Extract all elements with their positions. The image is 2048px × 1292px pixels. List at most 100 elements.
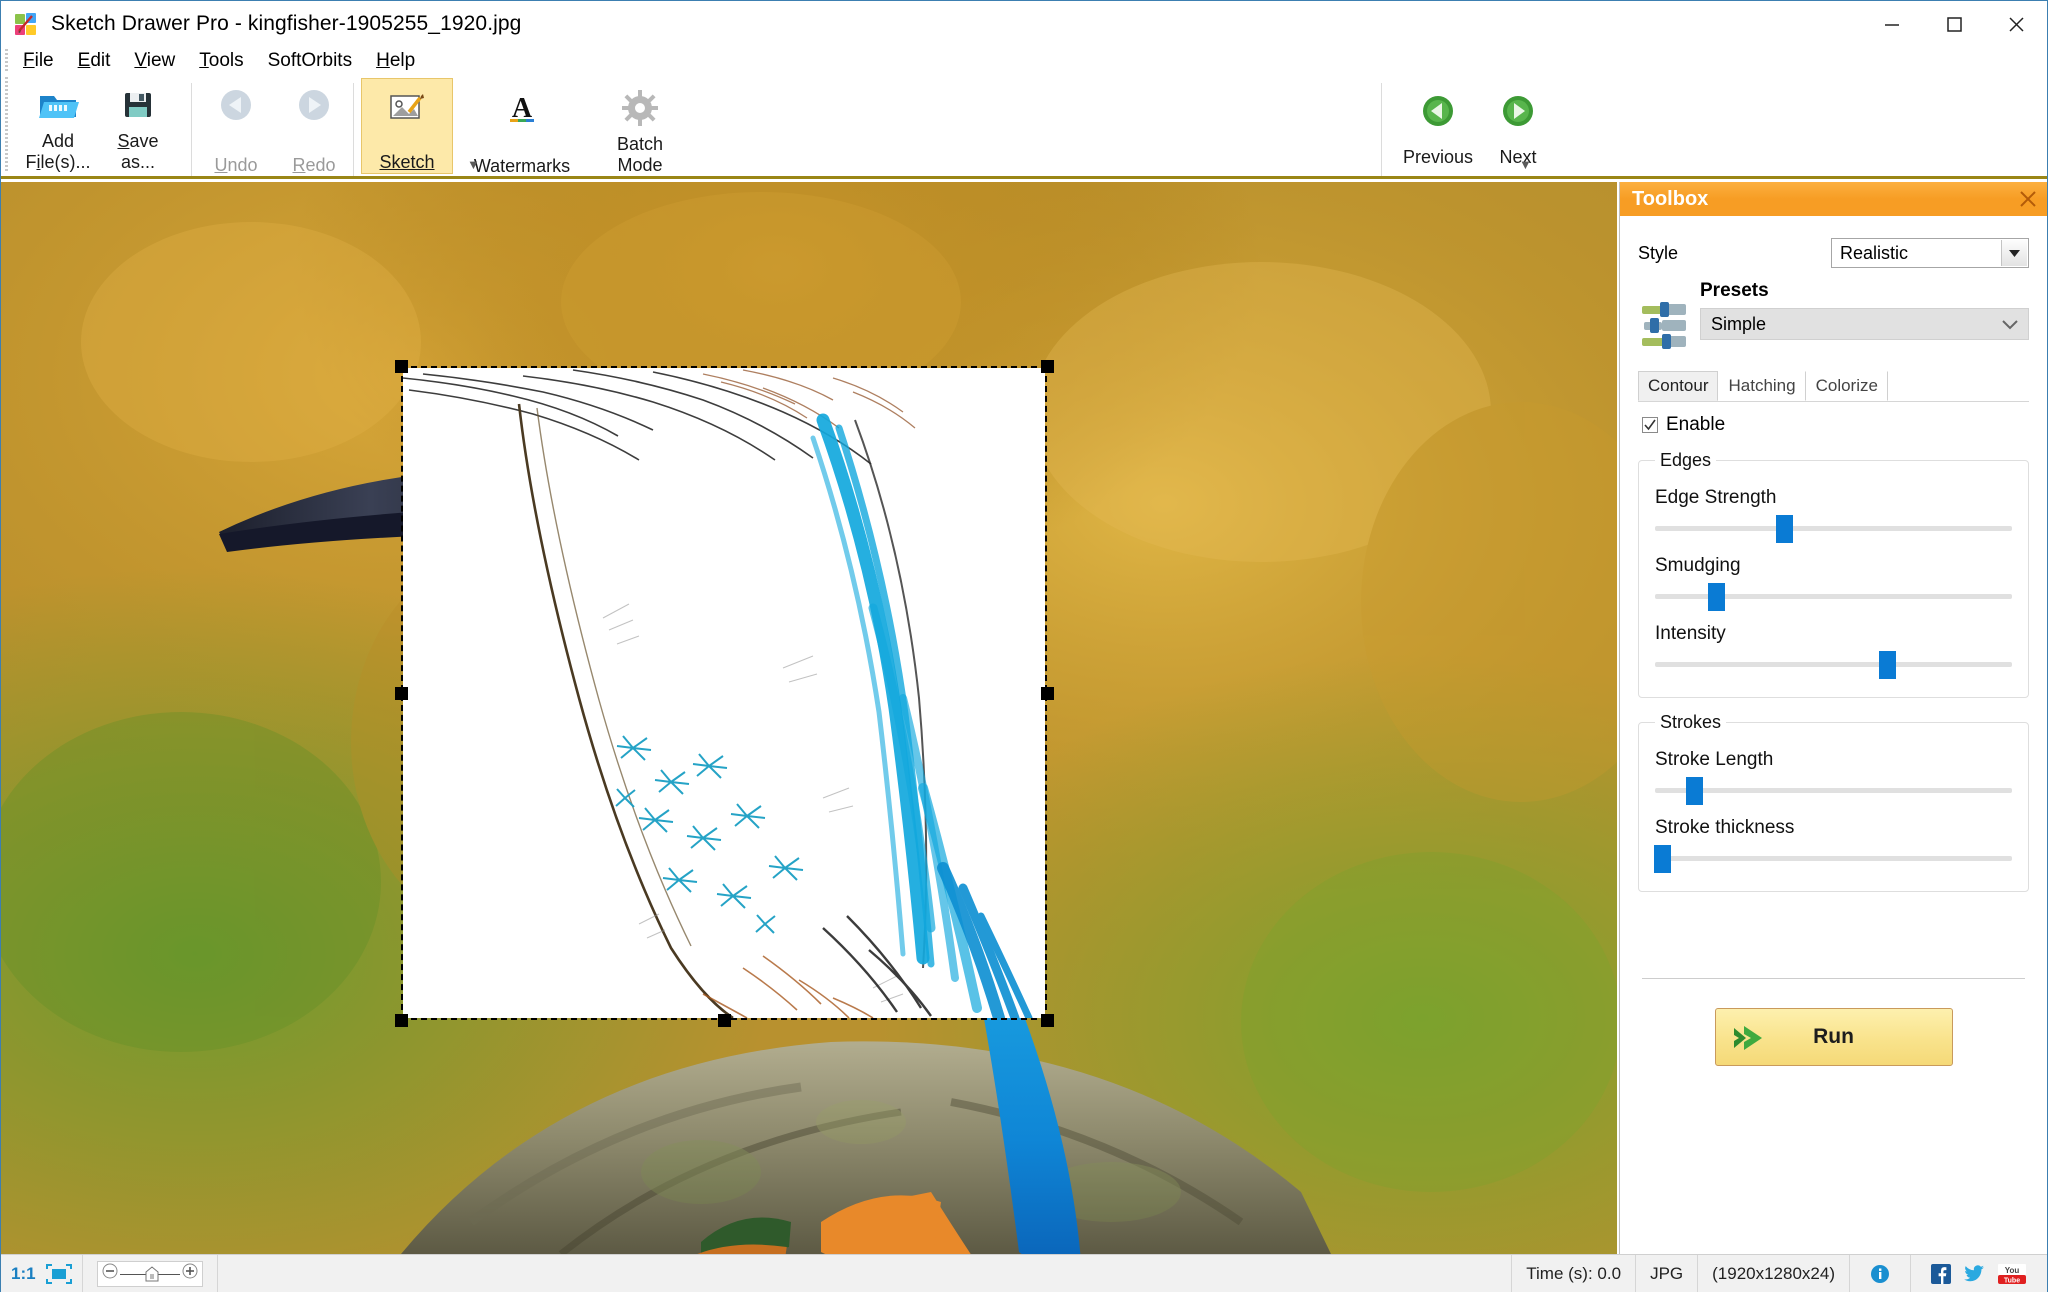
green-left-arrow-icon bbox=[1421, 89, 1455, 133]
maximize-button[interactable] bbox=[1923, 1, 1985, 47]
facebook-icon[interactable] bbox=[1931, 1263, 1951, 1284]
add-files-button[interactable]: Add File(s)... bbox=[15, 75, 101, 176]
application-window: Sketch Drawer Pro - kingfisher-1905255_1… bbox=[0, 0, 2048, 1292]
undo-arrow-icon bbox=[216, 83, 256, 127]
batch-mode-button[interactable]: Batch Mode bbox=[597, 78, 683, 175]
zoom-in-icon[interactable] bbox=[182, 1263, 198, 1284]
gear-icon bbox=[621, 86, 659, 130]
style-row: Style Realistic bbox=[1638, 238, 2029, 268]
selection-handle-middle-left[interactable] bbox=[395, 687, 408, 700]
ribbon-toolbar: Add File(s)... Save as... Undo Redo Sket… bbox=[1, 75, 2047, 179]
stroke-length-label: Stroke Length bbox=[1655, 749, 1774, 770]
undo-label: Undo bbox=[214, 155, 258, 175]
edge-strength-label: Edge Strength bbox=[1655, 487, 1777, 508]
stroke-thickness-slider[interactable] bbox=[1654, 843, 2012, 873]
close-button[interactable] bbox=[1985, 1, 2047, 47]
previous-label: Previous bbox=[1402, 147, 1474, 167]
batch-mode-label: Batch Mode bbox=[616, 134, 664, 175]
run-button-container: Run bbox=[1620, 1008, 2047, 1066]
sketch-preview-overlay bbox=[403, 368, 1045, 1018]
minimize-button[interactable] bbox=[1861, 1, 1923, 47]
slider-thumb[interactable] bbox=[1879, 651, 1897, 679]
zoom-out-icon[interactable] bbox=[102, 1263, 118, 1284]
tab-hatching[interactable]: Hatching bbox=[1718, 371, 1806, 401]
slider-thumb[interactable] bbox=[1707, 583, 1725, 611]
previous-button[interactable]: Previous bbox=[1391, 81, 1485, 168]
presets-label: Presets bbox=[1700, 280, 1769, 301]
selection-handle-top-left[interactable] bbox=[395, 360, 408, 373]
selection-handle-bottom-right[interactable] bbox=[1041, 1014, 1054, 1027]
open-folder-icon bbox=[36, 83, 80, 127]
status-bar: 1:1 Time (s): 0.0 JPG (1920x1280x24) You… bbox=[1, 1254, 2047, 1292]
toolbox-close-icon[interactable] bbox=[2017, 188, 2039, 210]
slider-thumb[interactable] bbox=[1654, 845, 1672, 873]
menu-item-view[interactable]: View bbox=[122, 48, 187, 74]
ribbon-group-expander-left[interactable]: ▼ bbox=[467, 157, 480, 172]
selection-handle-bottom-center[interactable] bbox=[718, 1014, 731, 1027]
sketch-drawer-app-icon bbox=[15, 13, 37, 35]
tab-colorize[interactable]: Colorize bbox=[1806, 371, 1888, 401]
toolbox-title: Toolbox bbox=[1632, 187, 1709, 210]
undo-button[interactable]: Undo bbox=[197, 75, 275, 176]
image-canvas[interactable] bbox=[1, 182, 1617, 1254]
slider-thumb[interactable] bbox=[1775, 515, 1793, 543]
menu-item-help[interactable]: Help bbox=[364, 48, 427, 74]
add-files-label: Add File(s)... bbox=[25, 131, 91, 172]
fit-to-screen-icon[interactable] bbox=[45, 1263, 72, 1284]
edges-group: Edges Edge Strength Smudging Intensity bbox=[1638, 450, 2029, 698]
status-right-group: Time (s): 0.0 JPG (1920x1280x24) You Tub… bbox=[1511, 1254, 2047, 1292]
menu-item-softorbits[interactable]: SoftOrbits bbox=[256, 48, 364, 74]
style-dropdown[interactable]: Realistic bbox=[1831, 238, 2029, 268]
enable-checkbox[interactable] bbox=[1642, 417, 1658, 433]
info-cell[interactable] bbox=[1850, 1254, 1911, 1292]
status-spacer bbox=[218, 1255, 1512, 1292]
selection-handle-middle-right[interactable] bbox=[1041, 687, 1054, 700]
selection-handle-top-right[interactable] bbox=[1041, 360, 1054, 373]
style-label: Style bbox=[1638, 242, 1679, 263]
edge-strength-slider[interactable] bbox=[1655, 513, 2012, 543]
dimensions-cell: (1920x1280x24) bbox=[1698, 1254, 1850, 1292]
zoom-home-handle-icon[interactable] bbox=[145, 1265, 159, 1287]
twitter-icon[interactable] bbox=[1963, 1264, 1985, 1284]
panel-divider bbox=[1642, 978, 2025, 979]
youtube-icon[interactable]: You Tube bbox=[1997, 1263, 2027, 1285]
intensity-slider[interactable] bbox=[1655, 649, 2012, 679]
smudging-label: Smudging bbox=[1655, 555, 1741, 576]
redo-arrow-icon bbox=[294, 83, 334, 127]
menu-bar: File Edit View Tools SoftOrbits Help bbox=[1, 47, 2047, 75]
save-as-label: Save as... bbox=[117, 131, 159, 172]
menu-item-file[interactable]: File bbox=[11, 48, 66, 74]
presets-dropdown[interactable]: Simple bbox=[1700, 308, 2029, 340]
ribbon-group-expander-right[interactable]: ▼ bbox=[1519, 157, 1532, 172]
green-right-arrow-icon bbox=[1501, 89, 1535, 133]
info-icon[interactable] bbox=[1870, 1264, 1890, 1284]
run-button[interactable]: Run bbox=[1714, 1008, 1953, 1066]
redo-label: Redo bbox=[292, 155, 336, 175]
menu-item-edit[interactable]: Edit bbox=[66, 48, 123, 74]
sketch-button[interactable]: Sketch bbox=[361, 78, 453, 174]
sliders-presets-icon bbox=[1638, 280, 1694, 357]
zoom-slider[interactable] bbox=[96, 1260, 203, 1287]
next-button[interactable]: Next bbox=[1485, 81, 1551, 168]
redo-button[interactable]: Redo bbox=[275, 75, 353, 176]
svg-text:You: You bbox=[2005, 1266, 2020, 1275]
zoom-ratio-cell[interactable]: 1:1 bbox=[1, 1255, 82, 1292]
toolbox-panel: Toolbox Style Realistic Presets Simple C… bbox=[1619, 182, 2047, 1254]
menu-item-tools[interactable]: Tools bbox=[187, 48, 255, 74]
enable-checkbox-row[interactable]: Enable bbox=[1642, 414, 2025, 436]
intensity-label: Intensity bbox=[1655, 623, 1726, 644]
presets-value: Simple bbox=[1711, 313, 1767, 334]
save-as-button[interactable]: Save as... bbox=[101, 75, 175, 176]
selection-handle-bottom-left[interactable] bbox=[395, 1014, 408, 1027]
stroke-length-slider[interactable] bbox=[1655, 775, 2012, 805]
slider-thumb[interactable] bbox=[1686, 777, 1704, 805]
zoom-ratio-label: 1:1 bbox=[11, 1263, 36, 1283]
toolbox-header: Toolbox bbox=[1620, 182, 2047, 216]
style-value: Realistic bbox=[1840, 242, 1909, 263]
chevron-down-icon bbox=[2001, 240, 2027, 266]
smudging-slider[interactable] bbox=[1655, 581, 2012, 611]
zoom-slider-cell[interactable] bbox=[81, 1254, 218, 1292]
tab-contour[interactable]: Contour bbox=[1638, 371, 1719, 401]
slider-track bbox=[1655, 662, 2012, 667]
enable-label: Enable bbox=[1666, 414, 1726, 435]
